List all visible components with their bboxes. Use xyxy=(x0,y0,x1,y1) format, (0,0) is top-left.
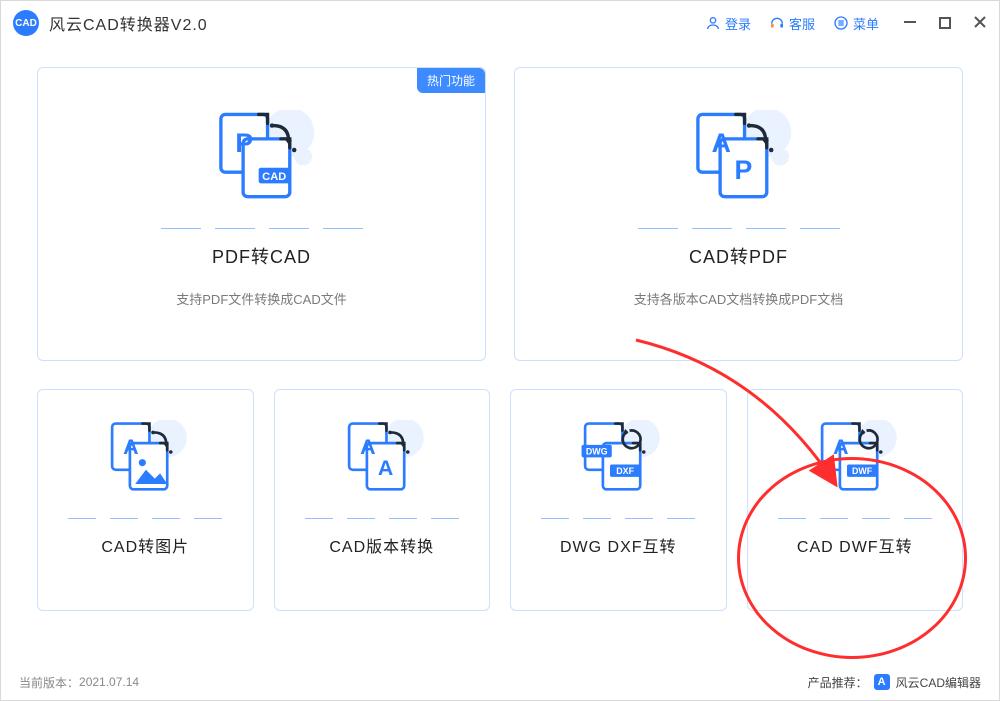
headset-icon xyxy=(769,15,785,31)
user-icon xyxy=(705,15,721,31)
app-logo: CAD xyxy=(13,10,39,36)
card-subtitle: 支持各版本CAD文档转换成PDF文档 xyxy=(634,289,843,308)
hot-badge: 热门功能 xyxy=(417,68,485,93)
cad-dwf-icon: A DWF xyxy=(810,410,900,510)
card-title: CAD转PDF xyxy=(689,243,788,269)
card-dwg-dxf[interactable]: DWG DXF DWG DXF互转 xyxy=(510,389,727,611)
card-title: DWG DXF互转 xyxy=(560,533,677,557)
card-cad-to-image[interactable]: A CAD转图片 xyxy=(37,389,254,611)
svg-text:P: P xyxy=(734,155,752,185)
pdf-to-cad-icon: P CAD xyxy=(202,100,322,220)
divider xyxy=(161,228,363,229)
menu-button[interactable]: 菜单 xyxy=(833,14,879,33)
svg-text:A: A xyxy=(378,456,393,480)
title-bar: CAD 风云CAD转换器V2.0 登录 客服 菜单 xyxy=(1,1,999,45)
svg-text:P: P xyxy=(235,128,253,158)
menu-label: 菜单 xyxy=(853,14,879,33)
version-value: 2021.07.14 xyxy=(79,675,139,689)
svg-text:A: A xyxy=(123,435,138,459)
login-button[interactable]: 登录 xyxy=(705,14,751,33)
card-subtitle: 支持PDF文件转换成CAD文件 xyxy=(176,289,346,308)
card-pdf-to-cad[interactable]: 热门功能 P CAD PDF转CAD 支持PDF文件转换成CAD文件 xyxy=(37,67,486,361)
card-title: CAD DWF互转 xyxy=(797,533,913,557)
svg-text:CAD: CAD xyxy=(262,171,286,183)
svg-text:DWF: DWF xyxy=(852,466,873,476)
card-title: CAD版本转换 xyxy=(329,533,434,557)
product-promo[interactable]: 产品推荐： A 风云CAD编辑器 xyxy=(808,674,981,691)
feature-grid-top: 热门功能 P CAD PDF转CAD 支持PDF文件转换成CAD文件 xyxy=(37,67,963,361)
app-title: 风云CAD转换器V2.0 xyxy=(49,11,208,35)
svg-text:A: A xyxy=(360,435,375,459)
promo-name: 风云CAD编辑器 xyxy=(896,674,981,691)
version-label: 当前版本： xyxy=(19,674,79,691)
divider xyxy=(638,228,840,229)
cad-version-icon: A A xyxy=(337,410,427,510)
svg-text:A: A xyxy=(711,128,730,158)
window-controls xyxy=(903,14,987,32)
promo-app-icon: A xyxy=(874,674,890,690)
minimize-button[interactable] xyxy=(903,14,917,32)
svg-text:A: A xyxy=(833,435,848,459)
divider xyxy=(305,518,459,519)
dwg-dxf-icon: DWG DXF xyxy=(573,410,663,510)
close-button[interactable] xyxy=(973,14,987,32)
maximize-button[interactable] xyxy=(939,14,951,32)
support-button[interactable]: 客服 xyxy=(769,14,815,33)
feature-grid-bottom: A CAD转图片 A A CAD版本转换 xyxy=(37,389,963,611)
card-cad-version[interactable]: A A CAD版本转换 xyxy=(274,389,491,611)
divider xyxy=(68,518,222,519)
promo-label: 产品推荐： xyxy=(808,674,868,691)
support-label: 客服 xyxy=(789,14,815,33)
cad-to-image-icon: A xyxy=(100,410,190,510)
login-label: 登录 xyxy=(725,14,751,33)
divider xyxy=(778,518,932,519)
svg-text:DWG: DWG xyxy=(586,447,608,457)
card-title: PDF转CAD xyxy=(212,243,311,269)
card-cad-dwf[interactable]: A DWF CAD DWF互转 xyxy=(747,389,964,611)
card-title: CAD转图片 xyxy=(101,533,189,557)
menu-icon xyxy=(833,15,849,31)
divider xyxy=(541,518,695,519)
card-cad-to-pdf[interactable]: A P CAD转PDF 支持各版本CAD文档转换成PDF文档 xyxy=(514,67,963,361)
status-bar: 当前版本： 2021.07.14 产品推荐： A 风云CAD编辑器 xyxy=(1,664,999,700)
main-content: 热门功能 P CAD PDF转CAD 支持PDF文件转换成CAD文件 xyxy=(1,45,999,669)
cad-to-pdf-icon: A P xyxy=(679,100,799,220)
svg-text:DXF: DXF xyxy=(616,466,634,476)
